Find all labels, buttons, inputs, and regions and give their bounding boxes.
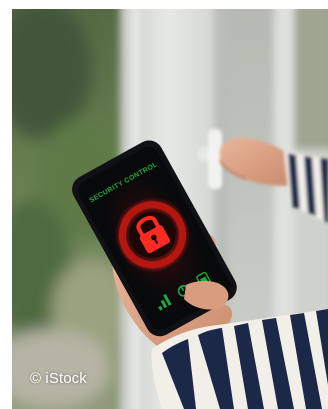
image-frame: SECURITY CONTROL © iStock bbox=[0, 0, 328, 409]
stock-photo: SECURITY CONTROL bbox=[12, 9, 328, 409]
image-credit: © iStock bbox=[30, 370, 87, 387]
photo-scene: SECURITY CONTROL bbox=[12, 9, 328, 409]
